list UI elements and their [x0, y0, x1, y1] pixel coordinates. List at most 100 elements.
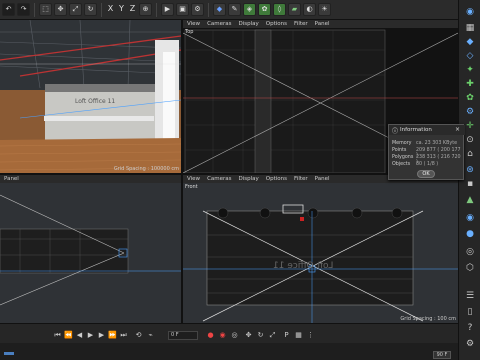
menu-display[interactable]: Display [239, 20, 259, 28]
menu-cameras[interactable]: Cameras [207, 175, 231, 183]
menu-panel[interactable]: Panel [315, 20, 330, 28]
objects-value: 80 ( 1/8 ) [416, 162, 439, 167]
cube-icon[interactable]: ◆ [213, 3, 226, 16]
close-icon[interactable]: × [455, 126, 460, 133]
front-office-sign: Loft Office 11 [273, 261, 334, 271]
keyframe-icon[interactable]: ◎ [230, 331, 239, 340]
front-wireframe [183, 204, 458, 323]
key-scale-icon[interactable]: ⤢ [268, 331, 277, 340]
dialog-title: Information [400, 127, 432, 133]
goto-end-icon[interactable]: ⏭ [119, 331, 128, 340]
model-mode-icon[interactable]: ◉ [463, 6, 477, 19]
lock-icon[interactable]: ⬡ [463, 262, 477, 275]
scale-icon[interactable]: ⤢ [69, 3, 82, 16]
snap-icon[interactable]: ⊙ [463, 134, 477, 147]
z-axis-button[interactable]: Z [128, 3, 137, 16]
camera-icon[interactable]: ▪ [463, 178, 477, 191]
help-icon[interactable]: ? [463, 322, 477, 335]
undo-icon[interactable]: ↶ [2, 3, 15, 16]
menu-view[interactable]: View [187, 20, 200, 28]
deformer-icon[interactable]: ◊ [273, 3, 286, 16]
frame-field[interactable]: 0 F [168, 331, 198, 340]
uv-mode-icon[interactable]: ✿ [463, 92, 477, 105]
light-icon[interactable]: ☀ [318, 3, 331, 16]
points-label: Points [392, 148, 407, 153]
pen-icon[interactable]: ✎ [228, 3, 241, 16]
goto-start-icon[interactable]: ⏮ [53, 331, 62, 340]
tag-icon[interactable]: ◎ [463, 246, 477, 259]
key-param-icon[interactable]: P [282, 331, 291, 340]
key-position-icon[interactable]: ✥ [244, 331, 253, 340]
menu-options[interactable]: Options [266, 20, 287, 28]
side-viewport[interactable]: Panel [0, 175, 181, 323]
deform-icon[interactable]: ⊛ [463, 164, 477, 177]
interp-icon[interactable]: ⋮ [306, 331, 315, 340]
edges-mode-icon[interactable]: ✦ [463, 64, 477, 77]
menu-cameras[interactable]: Cameras [207, 20, 231, 28]
key-rotation-icon[interactable]: ↻ [256, 331, 265, 340]
layer-icon[interactable]: ◉ [463, 212, 477, 225]
axis-mode-icon[interactable]: ⚙ [463, 106, 477, 119]
menu-filter[interactable]: Filter [294, 20, 308, 28]
snap-keys-icon[interactable]: ⌁ [146, 331, 155, 340]
coord-system-icon[interactable]: ⊕ [139, 3, 152, 16]
render-settings-icon[interactable]: ⚙ [191, 3, 204, 16]
ok-button[interactable]: OK [417, 170, 435, 178]
viewport-label: Front [185, 184, 198, 190]
move-icon[interactable]: ✥ [54, 3, 67, 16]
next-key-icon[interactable]: ⏩ [108, 331, 117, 340]
timeline-ruler[interactable] [0, 343, 458, 360]
cube-mode-icon[interactable]: ◆ [463, 36, 477, 49]
record-icon[interactable]: ● [206, 331, 215, 340]
rotate-icon[interactable]: ↻ [84, 3, 97, 16]
floor-icon[interactable]: ▰ [288, 3, 301, 16]
end-frame-field[interactable]: 90 F [433, 351, 451, 359]
toolbar-divider [34, 2, 35, 17]
prev-key-icon[interactable]: ⏪ [64, 331, 73, 340]
play-icon[interactable]: ▶ [86, 331, 95, 340]
perspective-viewport[interactable]: Loft Office 11 Grid Spacing : 100000 cm [0, 20, 181, 173]
menu-panel[interactable]: Panel [4, 175, 19, 183]
redo-icon[interactable]: ↷ [17, 3, 30, 16]
camera-icon[interactable]: ◐ [303, 3, 316, 16]
config-icon[interactable]: ⚙ [463, 338, 477, 351]
auto-key-icon[interactable]: ◉ [218, 331, 227, 340]
side-wireframe [0, 194, 181, 306]
menu-filter[interactable]: Filter [294, 175, 308, 183]
light-mode-icon[interactable]: ● [463, 228, 477, 241]
menu-options[interactable]: Options [266, 175, 287, 183]
select-icon[interactable]: ⬚ [39, 3, 52, 16]
settings-icon[interactable]: ☰ [463, 290, 477, 303]
workplane-icon[interactable]: ⌂ [463, 148, 477, 161]
memory-value: ca. 23 303 KByte [416, 141, 458, 146]
tweak-mode-icon[interactable]: ✛ [463, 120, 477, 133]
menu-view[interactable]: View [187, 175, 200, 183]
menu-panel[interactable]: Panel [315, 175, 330, 183]
perspective-scene [0, 20, 181, 173]
x-axis-button[interactable]: X [106, 3, 115, 16]
loop-icon[interactable]: ⟲ [134, 331, 143, 340]
array-icon[interactable]: ✿ [258, 3, 271, 16]
y-axis-button[interactable]: Y [117, 3, 126, 16]
objects-label: Objects [392, 162, 411, 167]
right-tool-strip: ◉ ▦ ◆ ◇ ✦ ✚ ✿ ⚙ ✛ ⊙ ⌂ ⊛ ▪ ▲ ◉ ● ◎ ⬡ ☰ ▯ … [458, 0, 480, 360]
next-frame-icon[interactable]: ▶ [97, 331, 106, 340]
prev-frame-icon[interactable]: ◀ [75, 331, 84, 340]
polygons-label: Polygons [392, 155, 414, 160]
render-view-icon[interactable]: ▶ [161, 3, 174, 16]
polygons-mode-icon[interactable]: ✚ [463, 78, 477, 91]
toolbar-divider [208, 2, 209, 17]
floor-icon[interactable]: ▲ [463, 194, 477, 207]
main-toolbar: ↶ ↷ ⬚ ✥ ⤢ ↻ X Y Z ⊕ ▶ ▣ ⚙ ◆ ✎ ◈ ✿ ◊ ▰ ◐ … [0, 0, 458, 20]
office-sign: Loft Office 11 [75, 98, 116, 105]
points-mode-icon[interactable]: ◇ [463, 50, 477, 63]
subdivision-icon[interactable]: ◈ [243, 3, 256, 16]
front-viewport[interactable]: View Cameras Display Options Filter Pane… [183, 175, 458, 323]
key-pla-icon[interactable]: ▦ [294, 331, 303, 340]
layout-icon[interactable]: ▯ [463, 306, 477, 319]
texture-mode-icon[interactable]: ▦ [463, 22, 477, 35]
menu-display[interactable]: Display [239, 175, 259, 183]
render-picture-icon[interactable]: ▣ [176, 3, 189, 16]
information-dialog: ⓘ Information × Memory ca. 23 303 KByte … [388, 124, 465, 180]
playhead[interactable] [4, 352, 14, 355]
